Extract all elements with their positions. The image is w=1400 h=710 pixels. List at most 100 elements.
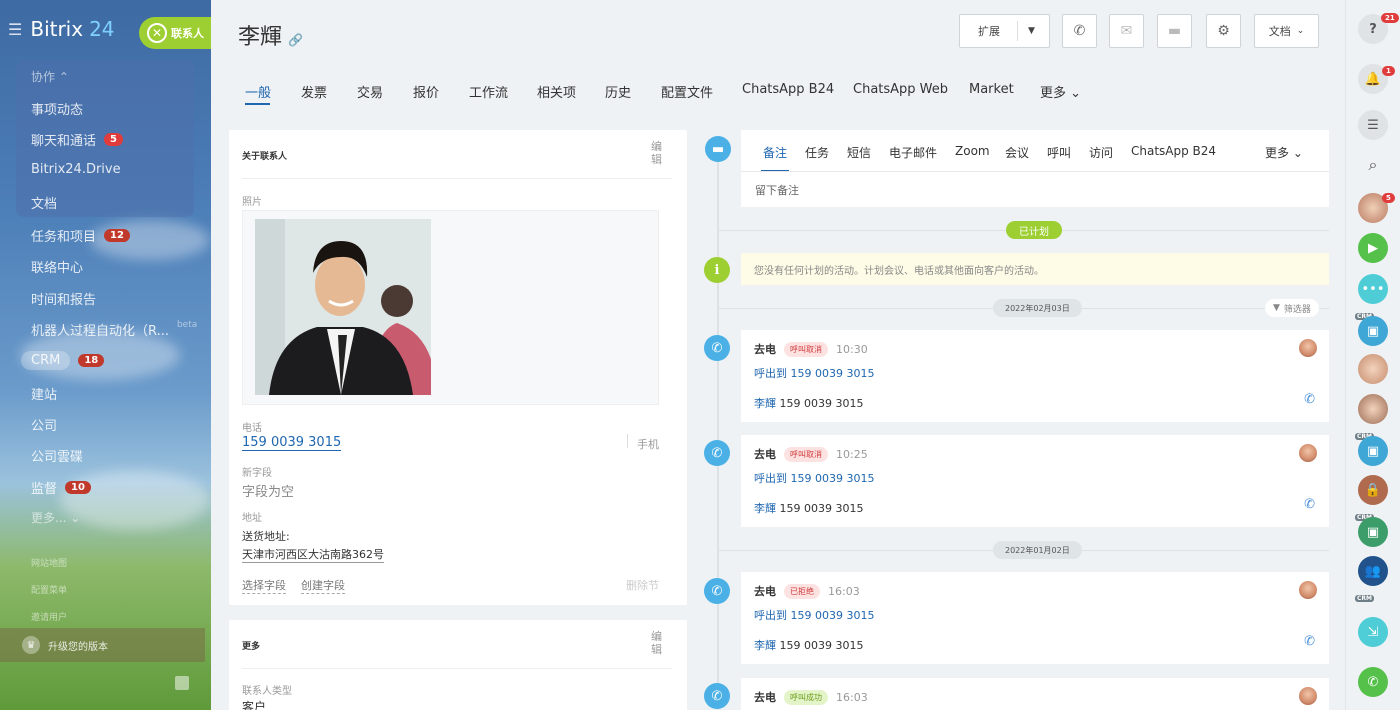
tab-chatsapp-b24[interactable]: ChatsApp B24 xyxy=(742,82,834,97)
tab-zoom[interactable]: Zoom xyxy=(955,144,990,158)
contact-link[interactable]: 李輝 xyxy=(754,639,776,652)
entry-time: 10:25 xyxy=(836,447,868,461)
app-logo[interactable]: ☰ Bitrix 24 xyxy=(8,17,115,41)
documents-button[interactable]: 文档 ⌄ xyxy=(1254,14,1319,48)
chat-icon[interactable]: ☰ xyxy=(1358,110,1388,140)
call-entry[interactable]: 去电 已拒绝 16:03 呼出到 159 0039 3015 李輝 159 0039… xyxy=(741,572,1329,664)
photo-field[interactable] xyxy=(242,210,659,405)
delete-section-link[interactable]: 删除节 xyxy=(626,577,659,593)
call-button[interactable]: ✆ xyxy=(1062,14,1097,48)
phone-icon[interactable]: ✆ xyxy=(1358,667,1388,697)
call-link[interactable]: 呼出到 159 0039 3015 xyxy=(754,470,874,486)
invite-users-link[interactable]: 邀请用户 xyxy=(31,610,67,623)
tab-related[interactable]: 相关项 xyxy=(537,82,576,101)
user-avatar[interactable] xyxy=(1358,394,1388,424)
call-entry[interactable]: 去电 呼叫成功 16:03 xyxy=(741,678,1329,710)
sidebar-item-supervise[interactable]: 监督 10 xyxy=(31,478,91,497)
close-icon[interactable]: ✕ xyxy=(147,23,167,43)
sidebar-item-drive[interactable]: Bitrix24.Drive xyxy=(31,162,121,177)
settings-button[interactable]: ⚙ xyxy=(1206,14,1241,48)
tab-visit[interactable]: 访问 xyxy=(1089,144,1113,161)
sidebar-item-feed[interactable]: 事项动态 xyxy=(31,99,83,118)
sidebar-item-company-drive[interactable]: 公司雲碟 xyxy=(31,446,83,465)
create-field-link[interactable]: 创建字段 xyxy=(301,577,345,594)
tab-email[interactable]: 电子邮件 xyxy=(889,144,937,161)
chevron-down-icon[interactable]: ▼ xyxy=(1028,26,1035,36)
avatar[interactable] xyxy=(1299,687,1317,705)
crm-chat-icon[interactable]: ▣ xyxy=(1358,316,1388,346)
configure-menu-link[interactable]: 配置菜单 xyxy=(31,583,67,596)
group-icon[interactable]: 👥 xyxy=(1358,556,1388,586)
sitemap-link[interactable]: 网站地图 xyxy=(31,556,67,569)
collab-group-header[interactable]: 协作 ⌃ xyxy=(31,68,69,85)
sidebar-item-docs[interactable]: 文档 xyxy=(31,193,57,212)
call-link[interactable]: 呼出到 159 0039 3015 xyxy=(754,365,874,381)
tab-call[interactable]: 呼叫 xyxy=(1047,144,1071,161)
status-tag: 呼叫取消 xyxy=(784,446,828,462)
lock-icon[interactable]: 🔒 xyxy=(1358,475,1388,505)
video-call-icon[interactable]: ▶ xyxy=(1358,233,1388,263)
edit-button[interactable]: 编辑 xyxy=(651,630,663,656)
avatar[interactable] xyxy=(1299,339,1317,357)
printer-icon[interactable] xyxy=(175,676,189,690)
phone-link[interactable]: 159 0039 3015 xyxy=(242,435,342,451)
count-badge: 10 xyxy=(65,481,91,494)
sidebar-item-rpa[interactable]: 机器人过程自动化（R... beta xyxy=(31,320,197,340)
contact-link[interactable]: 李輝 xyxy=(754,502,776,515)
phone-icon[interactable]: ✆ xyxy=(1304,392,1315,407)
avatar[interactable] xyxy=(1299,444,1317,462)
sidebar-item-company[interactable]: 公司 xyxy=(31,415,57,434)
crm-chat-icon[interactable]: ▣ xyxy=(1358,517,1388,547)
chat-button[interactable]: ▬ xyxy=(1157,14,1192,48)
tab-general[interactable]: 一般 xyxy=(245,82,271,101)
tab-note[interactable]: 备注 xyxy=(763,144,787,161)
tab-chatsapp-b24[interactable]: ChatsApp B24 xyxy=(1131,144,1216,158)
count-badge: 18 xyxy=(78,354,105,367)
sidebar-item-more[interactable]: 更多... ⌄ xyxy=(31,509,80,526)
tab-profile[interactable]: 配置文件 xyxy=(661,82,713,101)
tab-meeting[interactable]: 会议 xyxy=(1005,144,1029,161)
open-lines-icon[interactable]: ••• xyxy=(1358,274,1388,304)
tab-quotes[interactable]: 报价 xyxy=(413,82,439,101)
note-input[interactable]: 留下备注 xyxy=(755,182,799,198)
user-avatar[interactable] xyxy=(1358,354,1388,384)
menu-icon[interactable]: ☰ xyxy=(8,20,22,39)
sidebar-item-sites[interactable]: 建站 xyxy=(31,384,57,403)
export-icon[interactable]: ⇲ xyxy=(1358,617,1388,647)
tab-task[interactable]: 任务 xyxy=(805,144,829,161)
call-link[interactable]: 呼出到 159 0039 3015 xyxy=(754,607,874,623)
contact-link[interactable]: 李輝 xyxy=(754,397,776,410)
contact-type-label: 联系人类型 xyxy=(242,686,292,697)
tab-workflows[interactable]: 工作流 xyxy=(469,82,508,101)
sidebar-item-contact-center[interactable]: 联络中心 xyxy=(31,257,83,276)
sidebar-item-crm[interactable]: CRM 18 xyxy=(21,351,105,370)
tab-more[interactable]: 更多 ⌄ xyxy=(1040,82,1081,101)
tab-deals[interactable]: 交易 xyxy=(357,82,383,101)
call-entry[interactable]: 去电 呼叫取消 10:25 呼出到 159 0039 3015 李輝 159 003… xyxy=(741,435,1329,527)
select-field-link[interactable]: 选择字段 xyxy=(242,577,286,594)
avatar[interactable] xyxy=(1299,581,1317,599)
extend-button[interactable]: 扩展 ▼ xyxy=(959,14,1050,48)
contact-close-pill[interactable]: ✕ 联系人 xyxy=(139,17,211,49)
link-icon[interactable]: 🔗 xyxy=(288,33,303,47)
crm-chat-icon[interactable]: ▣ xyxy=(1358,436,1388,466)
edit-button[interactable]: 编辑 xyxy=(651,140,663,166)
sidebar-item-chat[interactable]: 聊天和通话 5 xyxy=(31,130,123,149)
tab-sms[interactable]: 短信 xyxy=(847,144,871,161)
address-value[interactable]: 天津市河西区大沽南路362号 xyxy=(242,546,384,563)
phone-icon[interactable]: ✆ xyxy=(1304,634,1315,649)
sidebar-item-tasks[interactable]: 任务和项目 12 xyxy=(31,226,130,245)
phone-icon[interactable]: ✆ xyxy=(1304,497,1315,512)
tab-market[interactable]: Market xyxy=(969,82,1014,97)
filter-icon: ▼ xyxy=(1273,303,1280,313)
upgrade-button[interactable]: ♛ 升级您的版本 xyxy=(0,628,205,662)
tab-history[interactable]: 历史 xyxy=(605,82,631,101)
filter-button[interactable]: ▼ 筛选器 xyxy=(1265,299,1319,317)
sidebar-item-time[interactable]: 时间和报告 xyxy=(31,289,96,308)
email-button[interactable]: ✉ xyxy=(1109,14,1144,48)
tab-invoices[interactable]: 发票 xyxy=(301,82,327,101)
tab-more[interactable]: 更多 ⌄ xyxy=(1265,144,1303,161)
search-icon[interactable]: ⌕ xyxy=(1358,150,1388,180)
tab-chatsapp-web[interactable]: ChatsApp Web xyxy=(853,82,948,97)
call-entry[interactable]: 去电 呼叫取消 10:30 呼出到 159 0039 3015 李輝 159 003… xyxy=(741,330,1329,422)
